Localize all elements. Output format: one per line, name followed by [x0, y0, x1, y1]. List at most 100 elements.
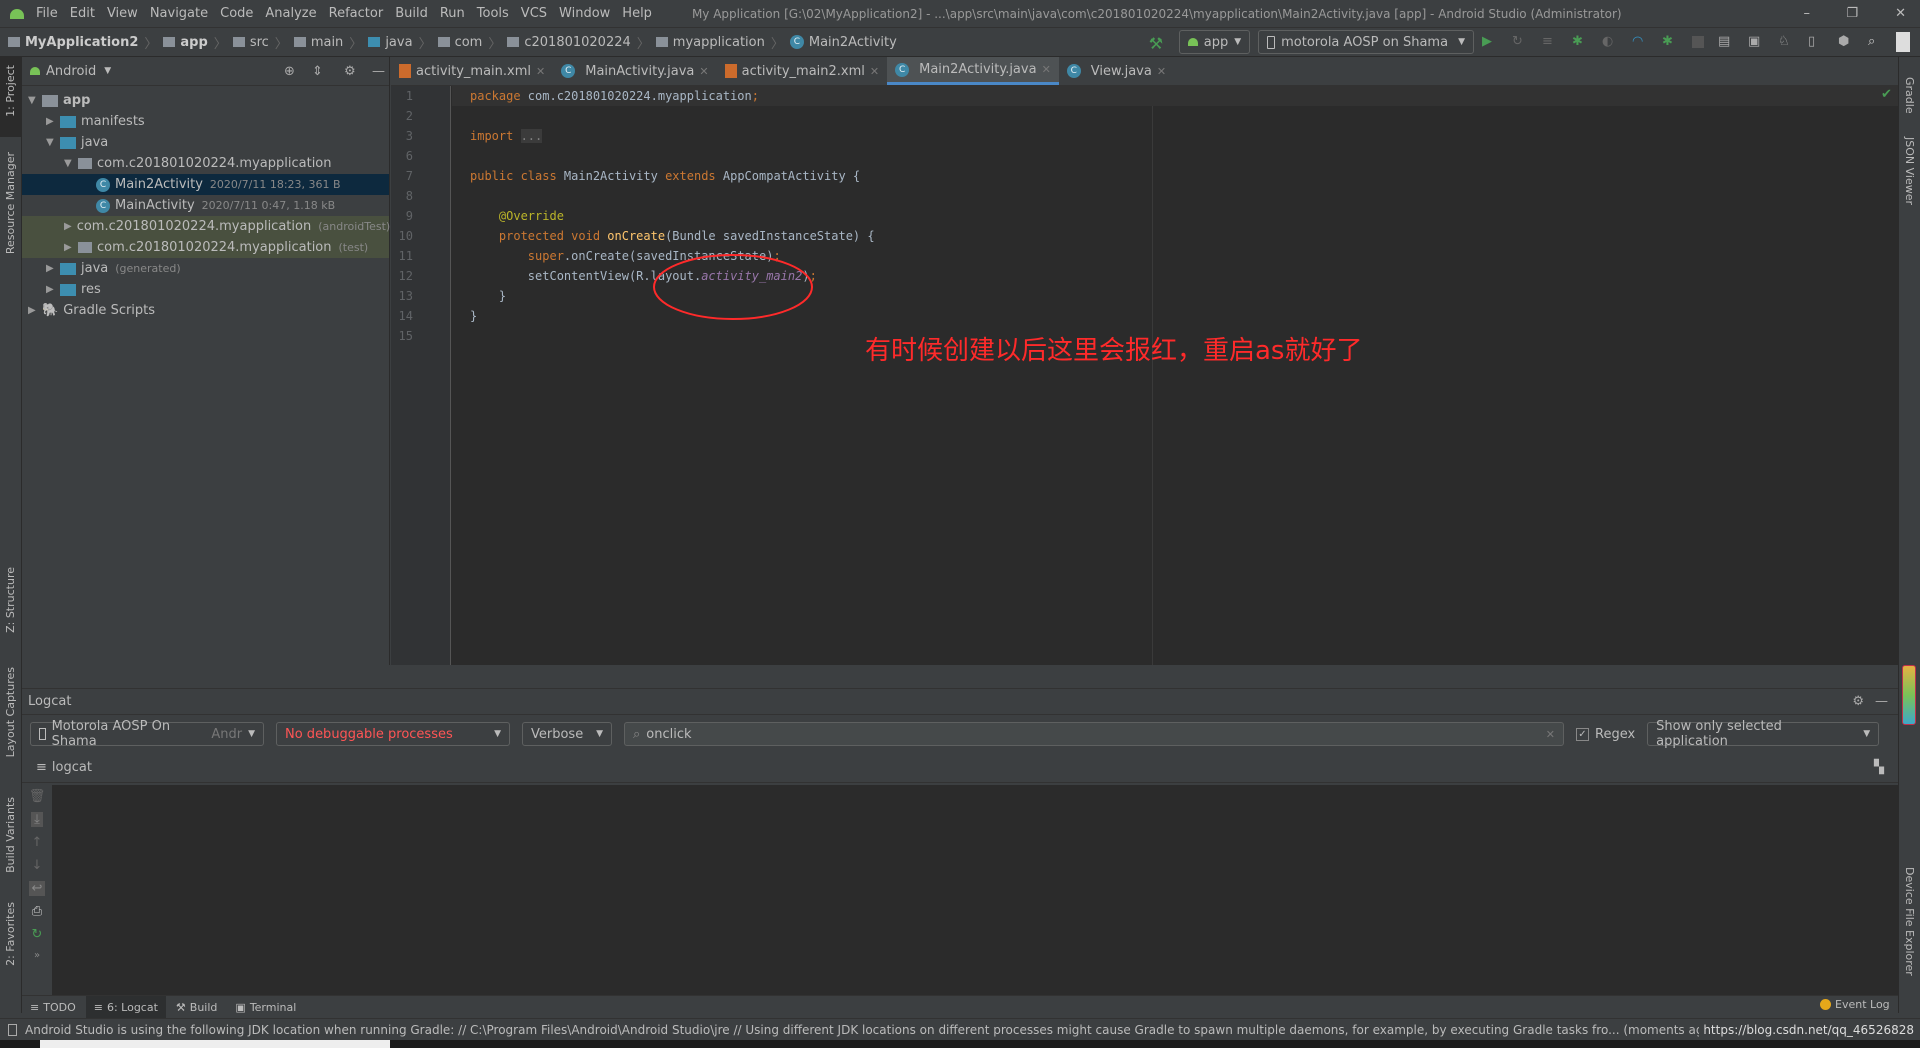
minimize-button[interactable]: –	[1804, 6, 1811, 21]
close-tab-icon[interactable]: ✕	[870, 65, 879, 78]
down-arrow-icon[interactable]: ↓	[32, 858, 43, 873]
scroll-to-end-icon[interactable]: ⤓	[31, 812, 43, 827]
gradle-sync-icon[interactable]: ♘	[1778, 34, 1794, 50]
breadcrumb-item[interactable]: app 〉	[163, 33, 227, 52]
tool-window-gradle[interactable]: Gradle	[1903, 77, 1916, 114]
locate-icon[interactable]: ⊕	[284, 64, 295, 79]
status-message[interactable]: Android Studio is using the following JD…	[25, 1023, 1716, 1037]
tree-item[interactable]: C Main2Activity 2020/7/11 18:23, 361 B	[22, 174, 389, 195]
tree-item[interactable]: ▶ com.c201801020224.myapplication (android…	[22, 216, 390, 237]
breadcrumb-item[interactable]: java 〉	[368, 33, 432, 52]
sdk-manager-icon[interactable]: ▣	[1748, 34, 1764, 50]
tab-activity_main2-xml[interactable]: activity_main2.xml ✕	[717, 57, 888, 85]
menu-help[interactable]: Help	[622, 6, 652, 21]
close-tab-icon[interactable]: ✕	[1042, 63, 1051, 76]
tab-activity_main-xml[interactable]: activity_main.xml ✕	[391, 57, 553, 85]
search-icon[interactable]: ⌕	[1868, 34, 1884, 50]
gear-icon[interactable]: ⚙	[344, 64, 356, 79]
collapsed-arrow-icon[interactable]: ▶	[46, 116, 60, 127]
layout-icon[interactable]: ▚	[1874, 760, 1884, 775]
maximize-button[interactable]: ❐	[1846, 6, 1858, 21]
hide-panel-icon[interactable]: —	[372, 64, 385, 79]
menu-tools[interactable]: Tools	[477, 6, 509, 21]
device-dropdown[interactable]: motorola AOSP on Shama ▼	[1258, 30, 1474, 54]
tool-window-structure[interactable]: Z: Structure	[4, 567, 17, 633]
menu-file[interactable]: File	[36, 6, 58, 21]
tool-window-device-file-explorer[interactable]: Device File Explorer	[1903, 867, 1916, 976]
collapsed-arrow-icon[interactable]: ▶	[46, 284, 60, 295]
collapsed-arrow-icon[interactable]: ▶	[28, 305, 42, 316]
tab-view-java[interactable]: C View.java ✕	[1059, 57, 1174, 85]
breadcrumb-item[interactable]: main 〉	[293, 33, 362, 52]
build-hammer-icon[interactable]: ⚒	[1149, 34, 1165, 53]
filter-selector[interactable]: Show only selected application ▼	[1647, 719, 1880, 749]
regex-checkbox[interactable]: ✓	[1576, 727, 1589, 741]
collapsed-arrow-icon[interactable]: ▶	[64, 221, 72, 232]
close-tab-icon[interactable]: ✕	[699, 65, 708, 78]
breadcrumb-item[interactable]: c201801020224 〉	[507, 33, 650, 52]
tool-window-build-variants[interactable]: Build Variants	[4, 797, 17, 873]
project-view-selector[interactable]: Android	[46, 64, 96, 79]
collapse-all-icon[interactable]: ⇕	[312, 64, 323, 79]
tool-window-favorites[interactable]: 2: Favorites	[4, 902, 17, 966]
expanded-arrow-icon[interactable]: ▼	[46, 137, 60, 148]
collapsed-arrow-icon[interactable]: ▶	[46, 263, 60, 274]
tab-build[interactable]: ⚒ Build	[168, 996, 226, 1019]
clear-search-icon[interactable]: ✕	[1546, 728, 1555, 741]
tree-item[interactable]: ▼ app	[22, 90, 389, 111]
avd-manager-icon[interactable]: ▯	[1808, 34, 1824, 50]
debug-icon[interactable]: ✱	[1572, 34, 1588, 50]
breadcrumb-item[interactable]: com 〉	[437, 33, 501, 52]
breadcrumb-item[interactable]: C Main2Activity	[789, 35, 897, 50]
avatar[interactable]	[1896, 32, 1910, 52]
run-config-dropdown[interactable]: app ▼	[1178, 30, 1251, 54]
tree-item[interactable]: ▶ res	[22, 279, 389, 300]
menu-code[interactable]: Code	[220, 6, 253, 21]
close-tab-icon[interactable]: ✕	[536, 65, 545, 78]
tree-item[interactable]: ▶ manifests	[22, 111, 389, 132]
tab-terminal[interactable]: ▣ Terminal	[227, 996, 304, 1019]
breadcrumb-item[interactable]: MyApplication2 〉	[8, 33, 157, 52]
menu-edit[interactable]: Edit	[70, 6, 95, 21]
close-tab-icon[interactable]: ✕	[1157, 65, 1166, 78]
tool-window-json-viewer[interactable]: JSON Viewer	[1903, 137, 1916, 205]
tool-window-layout-captures[interactable]: Layout Captures	[4, 667, 17, 757]
tree-item[interactable]: ▶ java (generated)	[22, 258, 389, 279]
menu-analyze[interactable]: Analyze	[265, 6, 316, 21]
up-arrow-icon[interactable]: ↑	[32, 835, 43, 850]
breadcrumb-item[interactable]: myapplication 〉	[655, 33, 784, 52]
tree-item[interactable]: ▶ com.c201801020224.myapplication (test)	[22, 237, 389, 258]
apply-changes-icon[interactable]: ↻	[1512, 34, 1528, 50]
menu-vcs[interactable]: VCS	[521, 6, 547, 21]
tree-item[interactable]: ▼ com.c201801020224.myapplication	[22, 153, 389, 174]
apply-code-icon[interactable]: ≡	[1542, 34, 1558, 50]
tool-window-project[interactable]: 1: Project	[4, 65, 17, 117]
print-icon[interactable]: ⎙	[32, 904, 42, 919]
stop-icon[interactable]	[1692, 36, 1704, 48]
project-structure-icon[interactable]: ▤	[1718, 34, 1734, 50]
menu-window[interactable]: Window	[559, 6, 610, 21]
menu-refactor[interactable]: Refactor	[329, 6, 384, 21]
device-selector[interactable]: Motorola AOSP On Shama Andr ▼	[30, 719, 264, 749]
attach-process-icon[interactable]: ✱	[1662, 34, 1678, 50]
expanded-arrow-icon[interactable]: ▼	[64, 158, 78, 169]
log-level-selector[interactable]: Verbose ▼	[522, 722, 612, 746]
menu-run[interactable]: Run	[440, 6, 465, 21]
process-selector[interactable]: No debuggable processes ▼	[276, 722, 510, 746]
tab-main2activity-java[interactable]: C Main2Activity.java ✕	[887, 57, 1059, 85]
menu-build[interactable]: Build	[395, 6, 428, 21]
attach-debugger-icon[interactable]: ◐	[1602, 34, 1618, 50]
tab-logcat[interactable]: logcat	[52, 760, 92, 775]
collapsed-arrow-icon[interactable]: ▶	[64, 242, 78, 253]
tab-todo[interactable]: ≡ TODO	[22, 996, 84, 1019]
menu-navigate[interactable]: Navigate	[150, 6, 208, 21]
hide-panel-icon[interactable]: —	[1875, 694, 1888, 709]
event-log-button[interactable]: Event Log	[1820, 998, 1890, 1011]
log-output[interactable]	[52, 785, 1898, 997]
restart-icon[interactable]: ↻	[32, 927, 43, 942]
logcat-search-input[interactable]: ⌕ onclick ✕	[624, 722, 1564, 746]
device-manager-icon[interactable]: ⬢	[1838, 34, 1854, 50]
breadcrumb-item[interactable]: src 〉	[232, 33, 288, 52]
more-icon[interactable]: »	[34, 950, 40, 961]
soft-wrap-icon[interactable]: ↩	[28, 881, 46, 896]
